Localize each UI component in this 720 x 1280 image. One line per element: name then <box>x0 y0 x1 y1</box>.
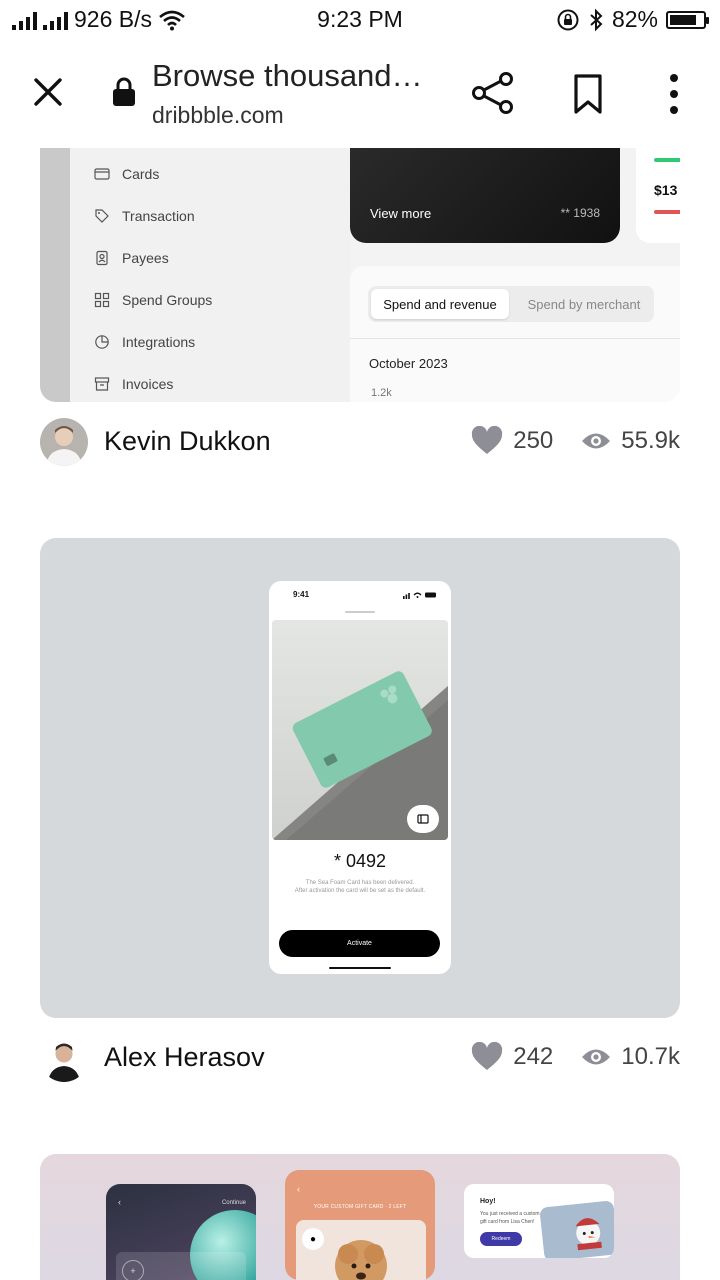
rotation-lock-icon <box>557 9 579 30</box>
page-domain[interactable]: dribbble.com <box>152 102 284 129</box>
eye-icon <box>582 1049 611 1065</box>
back-chevron-icon: ‹ <box>297 1184 300 1194</box>
sidebar-item-label: Spend Groups <box>122 292 213 308</box>
avatar[interactable] <box>40 1034 88 1082</box>
browser-toolbar: Browse thousand… dribbble.com <box>0 38 720 148</box>
card-icon <box>94 168 110 180</box>
sidebar-item-label: Transaction <box>122 208 195 224</box>
tag-icon <box>95 209 109 223</box>
mini-stat-card: $13 <box>636 148 680 243</box>
mini-value: $13 <box>654 182 678 198</box>
bookmark-icon[interactable] <box>566 72 610 116</box>
dark-gradient-card: ‹ Continue + <box>106 1184 256 1280</box>
sidebar-item-transaction: Transaction <box>94 204 195 228</box>
status-bar: 926 B/s 9:23 PM 82% <box>0 0 720 38</box>
close-icon[interactable] <box>28 72 68 112</box>
shot-thumbnail-3[interactable]: ‹ Continue + ‹ YOUR CUSTOM GIFT CARD · 2… <box>40 1154 680 1280</box>
phone-status-icons <box>403 592 436 599</box>
sidebar-item-label: Payees <box>122 250 169 266</box>
view-count: 55.9k <box>621 427 680 454</box>
contact-icon <box>96 250 108 266</box>
card-digits: 0492 <box>345 851 387 871</box>
battery-percent: 82% <box>611 6 658 32</box>
phone-mockup: 9:41 * 0492 The Sea Foam Card has been d… <box>269 581 451 974</box>
shot-sidebar: Cards Transaction Payees Spend Groups In… <box>70 148 350 402</box>
continue-label: Continue <box>221 1200 246 1206</box>
heart-icon[interactable] <box>471 1042 503 1072</box>
grid-icon <box>94 292 110 308</box>
shot-stats: 250 55.9k <box>471 426 680 456</box>
sidebar-item-payees: Payees <box>94 246 169 270</box>
shot-thumbnail-1[interactable]: Cards Transaction Payees Spend Groups In… <box>40 148 680 402</box>
month-label: October 2023 <box>369 356 448 371</box>
page-title[interactable]: Browse thousand… <box>152 58 423 94</box>
home-indicator <box>329 967 391 969</box>
shot-author-row-1: Kevin Dukkon 250 55.9k <box>40 418 680 468</box>
apple-icon: ● <box>302 1228 324 1250</box>
tab-spend-by-merchant: Spend by merchant <box>527 296 641 312</box>
lock-icon <box>113 77 135 106</box>
notification-title: Hoy! <box>480 1198 496 1205</box>
page: 926 B/s 9:23 PM 82% Browse thousand… dri… <box>0 0 720 1280</box>
view-count: 10.7k <box>621 1043 680 1070</box>
shot-author-row-2: Alex Herasov 242 10.7k <box>40 1034 680 1084</box>
shot-thumbnail-2[interactable]: 9:41 * 0492 The Sea Foam Card has been d… <box>40 538 680 1018</box>
card-description-line-1: The Sea Foam Card has been delivered. <box>305 880 415 886</box>
dark-card: View more ** 1938 <box>350 148 620 243</box>
red-indicator <box>654 210 680 214</box>
green-indicator <box>654 158 680 162</box>
gift-card-label: YOUR CUSTOM GIFT CARD · 2 LEFT <box>313 1204 407 1210</box>
axis-label: 1.2k <box>371 387 392 399</box>
share-icon[interactable] <box>470 70 516 116</box>
pie-icon <box>95 335 109 349</box>
sidebar-item-invoices: Invoices <box>94 372 173 396</box>
card-description-line-2: After activation the card will be set as… <box>294 888 426 894</box>
more-icon[interactable] <box>660 72 688 116</box>
author-name[interactable]: Kevin Dukkon <box>104 426 271 457</box>
notification-card: Hoy! You just received a custom gift car… <box>464 1184 614 1258</box>
avatar[interactable] <box>40 418 88 466</box>
sidebar-item-integrations: Integrations <box>94 330 195 354</box>
phone-time: 9:41 <box>293 590 310 599</box>
segmented-tabs: Spend and revenue Spend by merchant <box>368 286 654 322</box>
sheet-handle <box>345 611 375 613</box>
redeem-button: Redeem <box>480 1232 522 1246</box>
card-action-button <box>407 805 439 833</box>
sidebar-item-cards: Cards <box>94 162 159 186</box>
like-count: 242 <box>513 1043 554 1070</box>
notification-line-2: gift card from Lisa Chen! <box>480 1219 535 1225</box>
bluetooth-icon <box>590 8 603 31</box>
view-more-label: View more <box>370 206 432 221</box>
notification-line-1: You just received a custom <box>480 1211 540 1217</box>
card-number: ** 1938 <box>560 206 600 220</box>
author-name[interactable]: Alex Herasov <box>104 1042 265 1073</box>
like-count: 250 <box>513 427 554 454</box>
tab-spend-and-revenue: Spend and revenue <box>371 289 509 319</box>
sidebar-item-label: Cards <box>122 166 160 182</box>
status-right: 82% <box>556 6 709 33</box>
eye-icon <box>582 433 611 449</box>
activate-button: Activate <box>279 930 440 957</box>
back-chevron-icon: ‹ <box>118 1197 121 1207</box>
sidebar-item-label: Integrations <box>122 334 196 350</box>
sidebar-item-label: Invoices <box>122 376 174 392</box>
shot-left-strip <box>40 148 70 402</box>
divider <box>350 338 680 339</box>
archive-icon <box>94 377 110 391</box>
card-number: * 0492 <box>333 851 387 871</box>
revenue-panel: Spend and revenue Spend by merchant Octo… <box>350 266 680 402</box>
plus-icon: + <box>122 1260 144 1280</box>
shot-stats: 242 10.7k <box>471 1042 680 1072</box>
heart-icon[interactable] <box>471 426 503 456</box>
snowman-photo <box>539 1200 614 1258</box>
battery-icon <box>666 10 709 29</box>
sidebar-item-spend-groups: Spend Groups <box>94 288 212 312</box>
gift-card-screen: ‹ YOUR CUSTOM GIFT CARD · 2 LEFT ● <box>285 1170 435 1280</box>
card-icon <box>417 814 429 824</box>
gift-card-photo: ● <box>296 1220 426 1280</box>
